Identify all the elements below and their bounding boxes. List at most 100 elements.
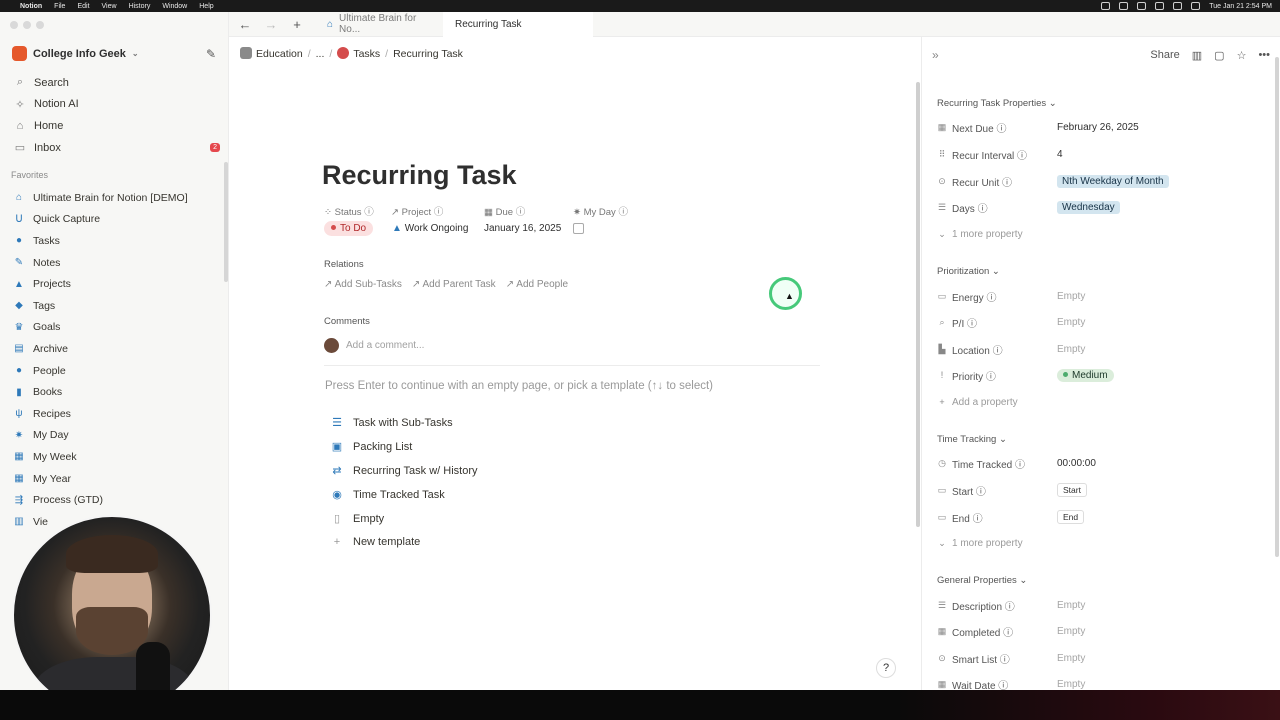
page-scrollbar[interactable] — [916, 82, 920, 527]
property-value[interactable]: Empty — [1057, 344, 1085, 355]
status-property-label[interactable]: ⁘ Status ⓘ — [324, 204, 374, 218]
property-value[interactable]: 00:00:00 — [1057, 458, 1096, 469]
close-window-button[interactable] — [10, 21, 18, 29]
sidebar-item-books[interactable]: ▮ Books — [12, 381, 222, 403]
property-value[interactable]: Empty — [1057, 626, 1085, 637]
panel-scrollbar[interactable] — [1275, 57, 1279, 557]
template-task-with-sub-tasks[interactable]: ☰ Task with Sub-Tasks — [330, 416, 630, 430]
comment-composer[interactable]: Add a comment... — [324, 338, 424, 353]
sidebar-item-notion-ai[interactable]: ✧ Notion AI — [10, 94, 220, 116]
breadcrumb-current[interactable]: Recurring Task — [393, 48, 463, 60]
sidebar-item-quick-capture[interactable]: Ս Quick Capture — [12, 209, 222, 231]
new-page-icon[interactable]: ✎ — [206, 47, 216, 61]
property-pi[interactable]: ⌕ P/I ⓘ Empty — [937, 314, 1267, 330]
prioritization-heading[interactable]: Prioritization ⌄ — [937, 266, 1000, 277]
property-value[interactable]: Empty — [1057, 291, 1085, 302]
battery-icon[interactable] — [1191, 2, 1201, 10]
project-value[interactable]: ▲ Work Ongoing — [392, 223, 468, 234]
sidebar-item-ultimate-brain[interactable]: ⌂ Ultimate Brain for Notion [DEMO] — [12, 187, 222, 209]
breadcrumb-ellipsis[interactable]: ... — [316, 48, 325, 60]
property-value[interactable]: Empty — [1057, 653, 1085, 664]
recurring-more-properties[interactable]: ⌄ 1 more property — [937, 226, 1267, 242]
add-people-link[interactable]: ↗ Add People — [506, 279, 568, 290]
tab-ultimate-brain[interactable]: ⌂ Ultimate Brain for No... — [315, 12, 443, 37]
template-new[interactable]: + New template — [330, 536, 630, 548]
status-icon[interactable] — [1119, 2, 1129, 10]
days-tag[interactable]: Wednesday — [1057, 200, 1120, 214]
property-start[interactable]: ▭ Start ⓘ Start — [937, 482, 1267, 498]
add-sub-tasks-link[interactable]: ↗ Add Sub-Tasks — [324, 279, 402, 290]
property-smart-list[interactable]: ⊙ Smart List ⓘ Empty — [937, 650, 1267, 666]
breadcrumb-education[interactable]: Education — [240, 47, 303, 60]
star-icon[interactable]: ☆ — [1237, 49, 1247, 62]
menubar-clock[interactable]: Tue Jan 21 2:54 PM — [1209, 3, 1272, 10]
sidebar-item-tags[interactable]: ◆ Tags — [12, 295, 222, 317]
sidebar-item-projects[interactable]: ▲ Projects — [12, 273, 222, 295]
template-time-tracked-task[interactable]: ◉ Time Tracked Task — [330, 488, 630, 502]
property-value[interactable]: Empty — [1057, 679, 1085, 690]
recurring-properties-heading[interactable]: Recurring Task Properties ⌄ — [937, 98, 1057, 109]
general-properties-heading[interactable]: General Properties ⌄ — [937, 575, 1027, 586]
new-tab-plus-icon[interactable]: + — [287, 17, 307, 32]
sidebar-item-home[interactable]: ⌂ Home — [10, 115, 220, 137]
menu-window[interactable]: Window — [162, 3, 187, 10]
time-more-properties[interactable]: ⌄ 1 more property — [937, 535, 1267, 551]
due-property-label[interactable]: ▦ Due ⓘ — [484, 204, 525, 218]
sidebar-item-inbox[interactable]: ▭ Inbox 2 — [10, 137, 220, 159]
forward-arrow-icon[interactable]: → — [261, 17, 281, 32]
end-button[interactable]: End — [1057, 510, 1085, 524]
comment-input[interactable]: Add a comment... — [346, 340, 424, 351]
template-empty[interactable]: ▯ Empty — [330, 512, 630, 526]
sidebar-item-goals[interactable]: ♛ Goals — [12, 317, 222, 339]
favorites-heading[interactable]: Favorites — [11, 170, 48, 180]
property-value[interactable]: Empty — [1057, 317, 1085, 328]
menu-history[interactable]: History — [129, 3, 151, 10]
collapse-panel-icon[interactable]: » — [932, 48, 939, 62]
property-wait-date[interactable]: ▦ Wait Date ⓘ Empty — [937, 676, 1267, 691]
time-tracking-heading[interactable]: Time Tracking ⌄ — [937, 434, 1007, 445]
sidebar-item-tasks[interactable]: ● Tasks — [12, 230, 222, 252]
property-days[interactable]: ☰ Days ⓘ Wednesday — [937, 199, 1267, 215]
sidebar-item-archive[interactable]: ▤ Archive — [12, 338, 222, 360]
sidebar-item-people[interactable]: ● People — [12, 360, 222, 382]
sidebar-item-my-day[interactable]: ✷ My Day — [12, 425, 222, 447]
workspace-switcher[interactable]: College Info Geek ⌄ — [12, 46, 139, 61]
template-packing-list[interactable]: ▣ Packing List — [330, 440, 630, 454]
sidebar-item-search[interactable]: ⌕ Search — [10, 72, 220, 94]
sidebar-item-recipes[interactable]: ψ Recipes — [12, 403, 222, 425]
status-value[interactable]: To Do — [324, 221, 374, 236]
zoom-window-button[interactable] — [36, 21, 44, 29]
comment-icon[interactable]: ▢ — [1214, 49, 1224, 62]
property-value[interactable]: Empty — [1057, 600, 1085, 611]
menu-help[interactable]: Help — [199, 3, 213, 10]
due-value[interactable]: January 16, 2025 — [484, 223, 561, 234]
property-recur-unit[interactable]: ⊙ Recur Unit ⓘ Nth Weekday of Month — [937, 173, 1267, 189]
template-recurring-task-history[interactable]: ⇄ Recurring Task w/ History — [330, 464, 630, 478]
property-time-tracked[interactable]: ◷ Time Tracked ⓘ 00:00:00 — [937, 455, 1267, 471]
property-priority[interactable]: ! Priority ⓘ Medium — [937, 367, 1267, 383]
sidebar-toggle-icon[interactable]: ▥ — [1192, 49, 1202, 62]
menu-file[interactable]: File — [54, 3, 65, 10]
more-options-icon[interactable]: ••• — [1258, 49, 1270, 61]
menu-edit[interactable]: Edit — [77, 3, 89, 10]
status-icon[interactable] — [1101, 2, 1111, 10]
status-icon[interactable] — [1155, 2, 1165, 10]
status-icon[interactable] — [1137, 2, 1147, 10]
wifi-icon[interactable] — [1173, 2, 1183, 10]
tab-recurring-task[interactable]: Recurring Task — [443, 12, 593, 37]
property-completed[interactable]: ▦ Completed ⓘ Empty — [937, 623, 1267, 639]
sidebar-item-my-year[interactable]: ▦ My Year — [12, 468, 222, 490]
property-energy[interactable]: ▭ Energy ⓘ Empty — [937, 288, 1267, 304]
property-recur-interval[interactable]: ⠿ Recur Interval ⓘ 4 — [937, 146, 1267, 162]
sidebar-item-process-gtd[interactable]: ⇶ Process (GTD) — [12, 489, 222, 511]
recur-unit-tag[interactable]: Nth Weekday of Month — [1057, 174, 1169, 188]
property-value[interactable]: February 26, 2025 — [1057, 122, 1139, 133]
back-arrow-icon[interactable]: ← — [235, 17, 255, 32]
property-next-due[interactable]: ▦ Next Due ⓘ February 26, 2025 — [937, 119, 1267, 135]
menu-app-name[interactable]: Notion — [20, 3, 42, 10]
menu-view[interactable]: View — [102, 3, 117, 10]
property-end[interactable]: ▭ End ⓘ End — [937, 509, 1267, 525]
add-property-button[interactable]: + Add a property — [937, 394, 1267, 410]
minimize-window-button[interactable] — [23, 21, 31, 29]
add-parent-task-link[interactable]: ↗ Add Parent Task — [412, 279, 496, 290]
